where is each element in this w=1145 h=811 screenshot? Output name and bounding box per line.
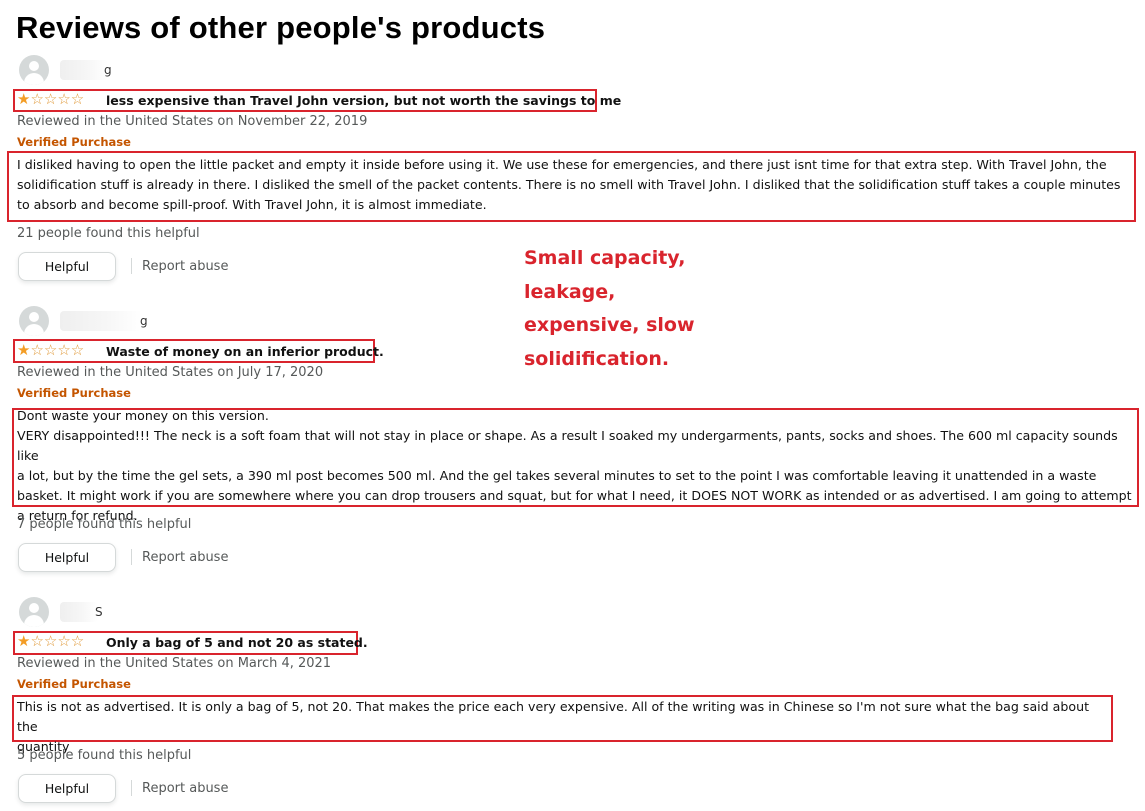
review-title[interactable]: Waste of money on an inferior product. (106, 344, 384, 359)
star-rating-icon[interactable]: ★☆☆☆☆ (17, 342, 84, 358)
review-body-line: This is not as advertised. It is only a … (17, 699, 1090, 734)
redacted-reviewer-name (60, 602, 98, 622)
review-date: Reviewed in the United States on Novembe… (17, 114, 368, 129)
page-title: Reviews of other people's products (16, 10, 546, 45)
helpful-count: 21 people found this helpful (17, 226, 200, 241)
helpful-button[interactable]: Helpful (18, 543, 116, 572)
verified-purchase-badge: Verified Purchase (17, 135, 131, 149)
review-body-line: Dont waste your money on this version. (17, 408, 269, 423)
review-body: Dont waste your money on this version. V… (17, 406, 1137, 526)
review-body-line: basket. It might work if you are somewhe… (17, 488, 1132, 503)
review-body-line: I disliked having to open the little pac… (17, 157, 1107, 172)
verified-purchase-badge: Verified Purchase (17, 386, 131, 400)
review-title[interactable]: less expensive than Travel John version,… (106, 93, 621, 108)
review-body-line: VERY disappointed!!! The neck is a soft … (17, 428, 1118, 463)
annotation-line: leakage, (524, 280, 616, 303)
report-abuse-link[interactable]: Report abuse (142, 781, 228, 796)
divider (131, 780, 132, 796)
report-abuse-link[interactable]: Report abuse (142, 550, 228, 565)
reviewer-name[interactable]: g (104, 63, 112, 77)
review-body-line: to absorb and become spill-proof. With T… (17, 197, 487, 212)
annotation-line: solidification. (524, 348, 670, 371)
redacted-reviewer-name (60, 311, 142, 331)
review-title[interactable]: Only a bag of 5 and not 20 as stated. (106, 635, 368, 650)
avatar-icon[interactable] (19, 306, 49, 336)
divider (131, 549, 132, 565)
helpful-button[interactable]: Helpful (18, 774, 116, 803)
helpful-count: 7 people found this helpful (17, 517, 192, 532)
helpful-button[interactable]: Helpful (18, 252, 116, 281)
avatar-icon[interactable] (19, 55, 49, 85)
annotation-line: expensive, slow (524, 314, 695, 337)
review-body-line: solidification stuff is already in there… (17, 177, 1121, 192)
review-date: Reviewed in the United States on July 17… (17, 365, 324, 380)
reviewer-name[interactable]: g (140, 314, 148, 328)
report-abuse-link[interactable]: Report abuse (142, 259, 228, 274)
review-body: I disliked having to open the little pac… (17, 155, 1132, 215)
review-body-line: a lot, but by the time the gel sets, a 3… (17, 468, 1097, 483)
redacted-reviewer-name (60, 60, 108, 80)
helpful-count: 5 people found this helpful (17, 748, 192, 763)
annotation-summary: Small capacity, leakage, expensive, slow… (524, 242, 695, 377)
star-rating-icon[interactable]: ★☆☆☆☆ (17, 91, 84, 107)
verified-purchase-badge: Verified Purchase (17, 677, 131, 691)
star-rating-icon[interactable]: ★☆☆☆☆ (17, 633, 84, 649)
reviewer-name[interactable]: S (95, 605, 103, 619)
avatar-icon[interactable] (19, 597, 49, 627)
divider (131, 258, 132, 274)
review-date: Reviewed in the United States on March 4… (17, 656, 332, 671)
annotation-line: Small capacity, (524, 247, 686, 269)
